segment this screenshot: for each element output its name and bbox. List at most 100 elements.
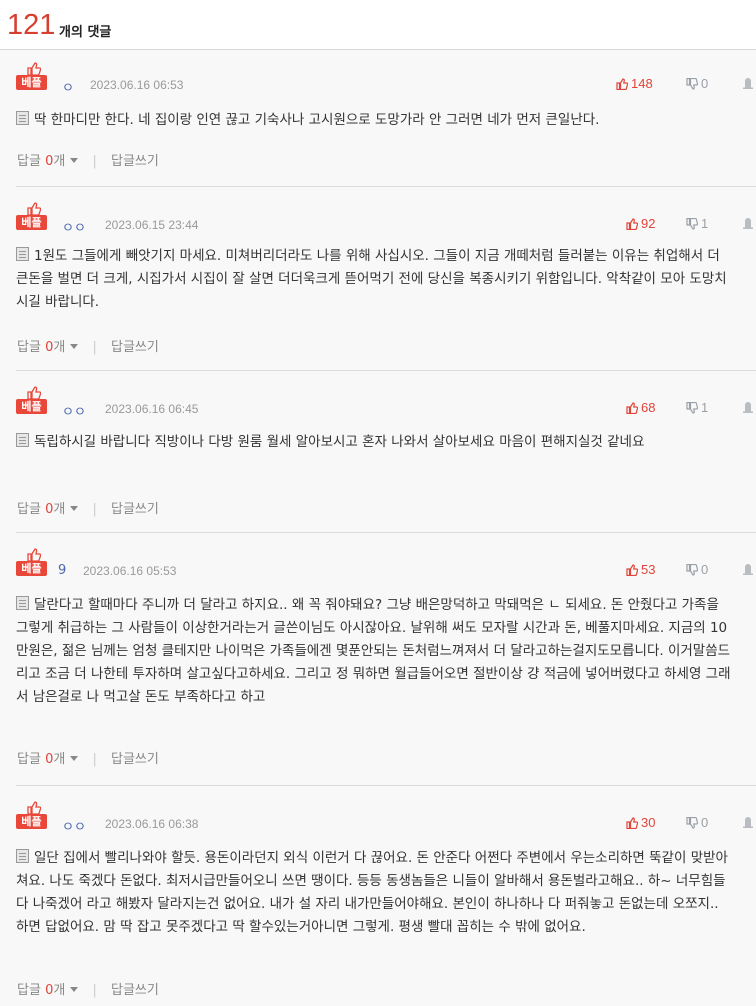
- reply-label: 답글: [17, 502, 41, 517]
- comment-item: 베플 ㅇㅇ 2023.06.16 06:45 68 1 독립하시길 바랍니다 직…: [16, 386, 756, 533]
- downvote-button[interactable]: 1: [686, 400, 708, 415]
- thumbs-down-icon: [686, 77, 699, 90]
- best-badge: 베플: [16, 62, 48, 90]
- comment-actions: 답글 0개 | 답글쓰기: [17, 336, 159, 355]
- thumbs-up-icon: [616, 78, 629, 91]
- comment-author[interactable]: ㅇㅇ: [62, 217, 86, 236]
- write-reply-link[interactable]: 답글쓰기: [111, 154, 159, 169]
- report-icon[interactable]: [743, 563, 753, 575]
- best-thumb-icon: [27, 801, 41, 814]
- report-icon[interactable]: [743, 401, 753, 413]
- reply-suffix: 개: [53, 983, 66, 998]
- write-reply-link[interactable]: 답글쓰기: [111, 502, 159, 517]
- reply-suffix: 개: [53, 340, 66, 355]
- upvote-count: 30: [641, 815, 656, 830]
- thumbs-up-icon: [626, 402, 639, 415]
- thumbs-down-icon: [686, 217, 699, 230]
- reply-toggle[interactable]: 답글 0개: [17, 983, 79, 998]
- reply-suffix: 개: [53, 154, 66, 169]
- comment-date: 2023.06.16 06:38: [105, 817, 199, 831]
- reply-label: 답글: [17, 340, 41, 355]
- report-icon[interactable]: [743, 217, 753, 229]
- reply-toggle[interactable]: 답글 0개: [17, 752, 79, 767]
- divider: |: [92, 752, 97, 767]
- comment-body: 1원도 그들에게 빼앗기지 마세요. 미쳐버리더라도 나를 위해 사십시오. 그…: [16, 245, 731, 314]
- best-tag: 베플: [16, 399, 47, 414]
- report-icon[interactable]: [743, 77, 753, 89]
- comment-actions: 답글 0개 | 답글쓰기: [17, 748, 159, 767]
- comment-text: 딱 한마디만 한다. 네 집이랑 인연 끊고 기숙사나 고시원으로 도망가라 안…: [34, 112, 600, 128]
- divider: |: [92, 340, 97, 355]
- downvote-button[interactable]: 0: [686, 562, 708, 577]
- upvote-button[interactable]: 30: [626, 815, 655, 830]
- caret-down-icon: [70, 756, 79, 761]
- reply-suffix: 개: [53, 502, 66, 517]
- best-thumb-icon: [27, 548, 41, 561]
- best-tag: 베플: [16, 561, 47, 576]
- comment-item: 베플 ㅇㅇ 2023.06.16 06:38 30 0 일단 집에서 빨리나와야…: [16, 801, 756, 1006]
- downvote-count: 1: [701, 216, 709, 231]
- divider: |: [92, 502, 97, 517]
- upvote-count: 148: [631, 76, 653, 91]
- thumbs-up-icon: [626, 218, 639, 231]
- comment-votes: 148 0: [616, 76, 756, 92]
- comment-author[interactable]: ㅇㅇ: [62, 816, 86, 835]
- best-badge: 베플: [16, 801, 48, 829]
- comment-author[interactable]: ㅇㅇ: [62, 401, 86, 420]
- comment-author[interactable]: 9: [58, 563, 66, 578]
- reply-toggle[interactable]: 답글 0개: [17, 154, 79, 169]
- upvote-button[interactable]: 68: [626, 400, 655, 415]
- downvote-button[interactable]: 0: [686, 815, 708, 830]
- write-reply-link[interactable]: 답글쓰기: [111, 340, 159, 355]
- comment-author[interactable]: ㅇ: [62, 77, 74, 96]
- document-icon: [16, 433, 29, 447]
- document-icon: [16, 849, 29, 863]
- downvote-button[interactable]: 0: [686, 76, 708, 91]
- upvote-button[interactable]: 148: [616, 76, 653, 91]
- upvote-count: 68: [641, 400, 656, 415]
- caret-down-icon: [70, 987, 79, 992]
- best-badge: 베플: [16, 548, 48, 576]
- thumbs-up-icon: [626, 817, 639, 830]
- comment-text: 달란다고 할때마다 주니까 더 달라고 하지요.. 왜 꼭 줘야돼요? 그냥 배…: [16, 597, 731, 705]
- report-icon[interactable]: [743, 816, 753, 828]
- divider: |: [92, 154, 97, 169]
- thumbs-down-icon: [686, 563, 699, 576]
- document-icon: [16, 111, 29, 125]
- reply-label: 답글: [17, 154, 41, 169]
- comment-actions: 답글 0개 | 답글쓰기: [17, 150, 159, 169]
- best-thumb-icon: [27, 62, 41, 75]
- reply-toggle[interactable]: 답글 0개: [17, 502, 79, 517]
- reply-suffix: 개: [53, 752, 66, 767]
- downvote-button[interactable]: 1: [686, 216, 708, 231]
- best-thumb-icon: [27, 386, 41, 399]
- comment-actions: 답글 0개 | 답글쓰기: [17, 498, 159, 517]
- write-reply-link[interactable]: 답글쓰기: [111, 752, 159, 767]
- comment-votes: 92 1: [626, 216, 756, 232]
- comment-body: 달란다고 할때마다 주니까 더 달라고 하지요.. 왜 꼭 줘야돼요? 그냥 배…: [16, 594, 731, 709]
- upvote-button[interactable]: 92: [626, 216, 655, 231]
- comment-text: 독립하시길 바랍니다 직방이나 다방 원룸 월세 알아보시고 혼자 나와서 살아…: [34, 434, 645, 450]
- comments-header: 121 개의 댓글: [0, 0, 756, 50]
- thumbs-up-icon: [626, 564, 639, 577]
- comment-actions: 답글 0개 | 답글쓰기: [17, 979, 159, 998]
- downvote-count: 1: [701, 400, 709, 415]
- upvote-count: 53: [641, 562, 656, 577]
- upvote-count: 92: [641, 216, 656, 231]
- best-thumb-icon: [27, 202, 41, 215]
- thumbs-down-icon: [686, 816, 699, 829]
- comment-text: 일단 집에서 빨리나와야 할듯. 용돈이라던지 외식 이런거 다 끊어요. 돈 …: [16, 850, 728, 935]
- downvote-count: 0: [701, 76, 709, 91]
- reply-toggle[interactable]: 답글 0개: [17, 340, 79, 355]
- best-tag: 베플: [16, 814, 47, 829]
- comment-date: 2023.06.16 06:45: [105, 402, 199, 416]
- divider: |: [92, 983, 97, 998]
- write-reply-link[interactable]: 답글쓰기: [111, 983, 159, 998]
- comment-votes: 53 0: [626, 562, 756, 578]
- comment-count-label: 개의 댓글: [59, 25, 112, 40]
- comment-date: 2023.06.16 06:53: [90, 78, 184, 92]
- upvote-button[interactable]: 53: [626, 562, 655, 577]
- best-tag: 베플: [16, 215, 47, 230]
- comment-text: 1원도 그들에게 빼앗기지 마세요. 미쳐버리더라도 나를 위해 사십시오. 그…: [16, 248, 727, 310]
- document-icon: [16, 596, 29, 610]
